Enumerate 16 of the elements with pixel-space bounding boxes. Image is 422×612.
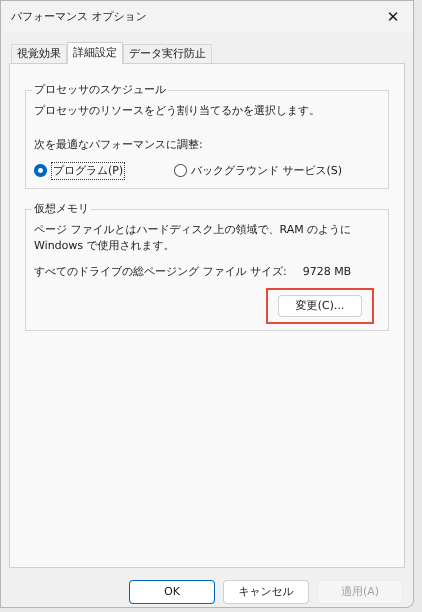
radio-option[interactable]: バックグラウンド サービス(S) bbox=[174, 162, 342, 180]
group-title: プロセッサのスケジュール bbox=[33, 82, 167, 98]
group-title: 仮想メモリ bbox=[33, 201, 90, 217]
tab[interactable]: 視覚効果 bbox=[11, 44, 67, 63]
dialog-button[interactable]: キャンセル bbox=[223, 580, 309, 604]
change-button[interactable]: 変更(C)... bbox=[278, 295, 362, 317]
close-button[interactable]: ✕ bbox=[379, 5, 407, 29]
description-text: ページ ファイルとはハードディスク上の領域で、RAM のように Windows で使用されます。 bbox=[34, 222, 352, 254]
tab[interactable]: 詳細設定 bbox=[67, 42, 123, 64]
adjust-label: 次を最適なパフォーマンスに調整: bbox=[34, 137, 204, 153]
window-title: パフォーマンス オプション bbox=[11, 8, 146, 25]
size-label: すべてのドライブの総ページング ファイル サイズ: bbox=[34, 264, 287, 280]
size-value: 9728 MB bbox=[302, 264, 352, 280]
description-text: プロセッサのリソースをどう割り当てるかを選択します。 bbox=[34, 102, 321, 118]
dialog-button[interactable]: OK bbox=[129, 580, 215, 604]
tab[interactable]: データ実行防止 bbox=[123, 44, 212, 63]
